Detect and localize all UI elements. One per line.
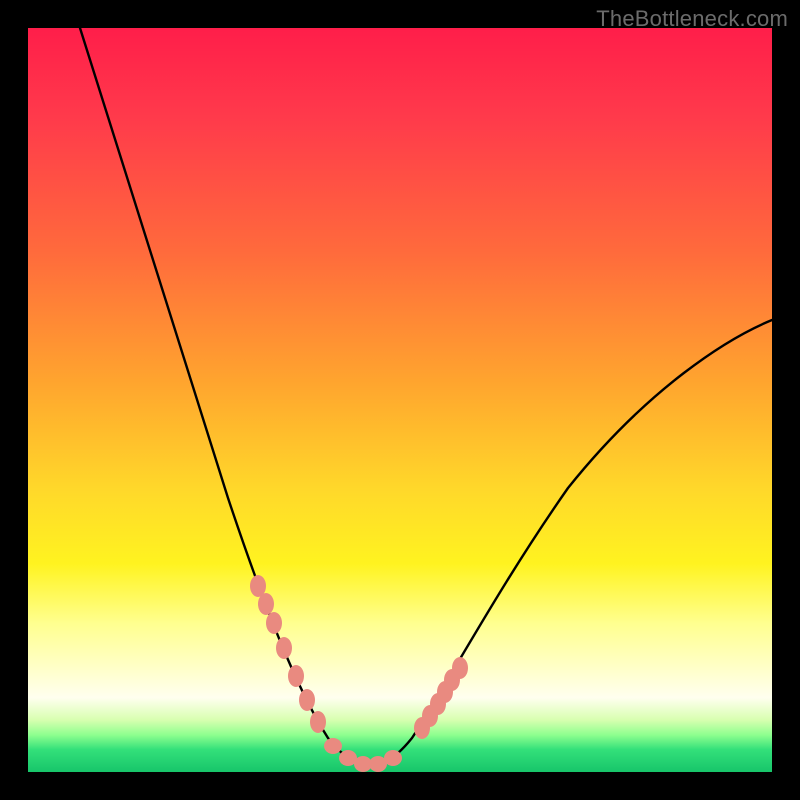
curve-layer (28, 28, 772, 772)
marker-dot (276, 637, 292, 659)
marker-dot (288, 665, 304, 687)
marker-dot (310, 711, 326, 733)
bottleneck-curve (80, 28, 772, 766)
marker-dot (299, 689, 315, 711)
watermark-text: TheBottleneck.com (596, 6, 788, 32)
left-cluster (250, 575, 326, 733)
right-cluster (414, 657, 468, 739)
chart-frame: TheBottleneck.com (0, 0, 800, 800)
marker-dot (452, 657, 468, 679)
marker-dot (258, 593, 274, 615)
marker-dot (324, 738, 342, 754)
valley-cluster (324, 738, 402, 772)
marker-dot (266, 612, 282, 634)
plot-area (28, 28, 772, 772)
marker-dot (384, 750, 402, 766)
